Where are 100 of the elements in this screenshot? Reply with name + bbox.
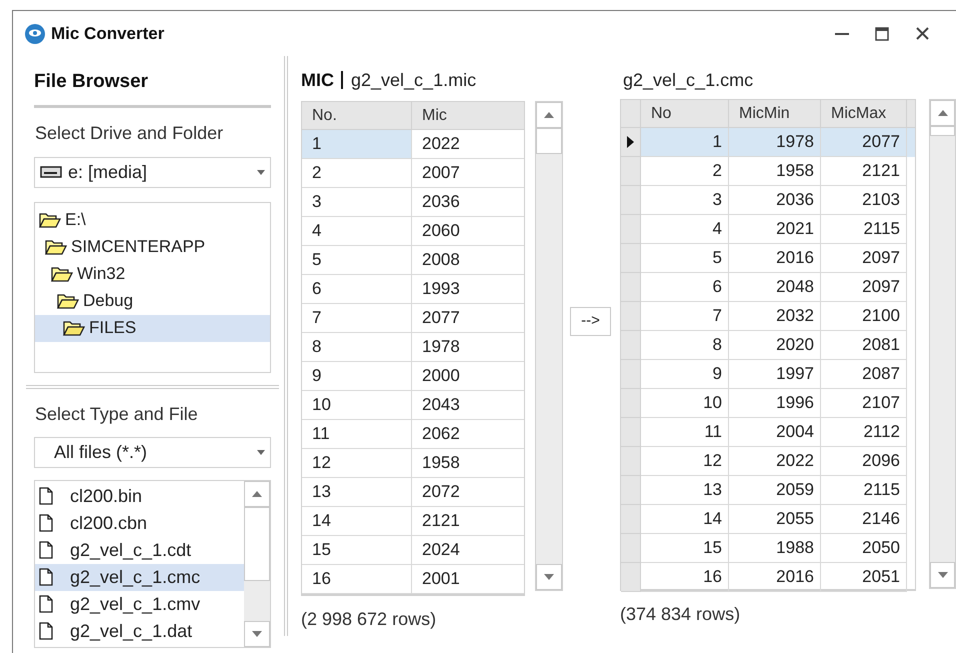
scroll-thumb[interactable] [930,126,955,136]
table-row[interactable]: 13 2059 2115 [621,476,915,505]
table-row[interactable]: 10 1996 2107 [621,389,915,418]
scroll-thumb[interactable] [536,128,562,154]
table-cell: 9 [302,362,412,390]
scroll-down-button[interactable] [930,562,955,588]
folder-item[interactable]: FILES [35,314,270,342]
table-cell: 2115 [821,215,907,244]
file-item[interactable]: g2_vel_c_1.cmv [35,590,244,618]
table-row[interactable]: 1 2022 [302,130,524,159]
table-row[interactable]: 8 1978 [302,333,524,362]
table-row[interactable]: 1 1978 2077 [621,128,915,157]
table-row[interactable]: 10 2043 [302,391,524,420]
folder-item[interactable]: Debug [35,288,270,314]
scroll-up-button[interactable] [536,102,562,128]
scroll-up-button[interactable] [244,480,270,506]
file-item[interactable]: g2_vel_c_1.cmc [35,564,244,590]
file-icon [39,487,53,505]
table-row[interactable]: 6 1993 [302,275,524,304]
scroll-up-button[interactable] [930,100,955,126]
table-row[interactable]: 4 2060 [302,217,524,246]
column-header[interactable]: MicMin [729,100,821,127]
table-cell: 2096 [821,447,907,476]
table-cell: 2146 [821,505,907,534]
file-item[interactable]: g2_vel_c_1.dat [35,618,244,644]
table-row[interactable]: 15 2024 [302,536,524,565]
table-row[interactable]: 11 2062 [302,420,524,449]
table-row[interactable]: 16 2016 2051 [621,563,915,592]
file-name: g2_vel_c_1.cmv [70,592,200,616]
row-count: (374 834 rows) [620,603,742,626]
table-cell: 2050 [821,534,907,563]
folder-icon [57,292,79,310]
table-row[interactable]: 12 1958 [302,449,524,478]
table-cell: 2055 [729,505,821,534]
table-cell: 14 [641,505,729,534]
column-header[interactable]: No. [302,102,412,129]
type-dropdown[interactable]: All files (*.*) [34,436,272,468]
table-row[interactable]: 5 2008 [302,246,524,275]
file-icon [39,622,53,640]
table-cell-text: 2077 [421,307,461,330]
file-icon [39,541,53,559]
table-row[interactable]: 6 2048 2097 [621,273,915,302]
folder-item[interactable]: SIMCENTERAPP [35,234,270,260]
table-cell: 2087 [821,360,907,389]
table-cell: 2 [302,159,412,187]
convert-button[interactable]: --> [570,307,611,336]
table-row[interactable]: 3 2036 [302,188,524,217]
table-cell: 2051 [821,563,907,592]
table-row[interactable]: 14 2121 [302,507,524,536]
section-label: Select Type and File [35,402,199,426]
table-cell: 2077 [821,128,907,157]
table-cell: 2022 [729,447,821,476]
table-row[interactable]: 4 2021 2115 [621,215,915,244]
table-cell: 2016 [729,244,821,273]
drive-dropdown[interactable]: e: [media] [34,156,272,188]
table-row[interactable]: 2 2007 [302,159,524,188]
table-cell: 1 [641,128,729,157]
table-row[interactable]: 16 2001 [302,565,524,594]
table-cell: 1988 [729,534,821,563]
table-row[interactable]: 13 2072 [302,478,524,507]
table-row[interactable]: 5 2016 2097 [621,244,915,273]
column-header[interactable]: MicMax [821,100,907,127]
table-cell-text: 2000 [421,365,461,388]
column-header[interactable]: Mic [412,102,524,129]
folder-item[interactable]: Win32 [35,260,270,288]
table-cell-text: 2072 [421,481,461,504]
folder-name: E:\ [65,209,86,232]
folder-name: Debug [83,290,134,312]
table-cell: 2081 [821,331,907,360]
table-row[interactable]: 12 2022 2096 [621,447,915,476]
file-item[interactable]: cl200.cbn [35,510,244,536]
table-row[interactable]: 3 2036 2103 [621,186,915,215]
table-row[interactable]: 7 2032 2100 [621,302,915,331]
table-row[interactable]: 9 1997 2087 [621,360,915,389]
column-header[interactable]: No [641,100,729,127]
table-cell: 2112 [821,418,907,447]
table-cell: 7 [302,304,412,332]
table-row[interactable]: 8 2020 2081 [621,331,915,360]
scroll-thumb[interactable] [244,506,270,580]
table-cell: 3 [302,188,412,216]
caret-icon [257,450,266,454]
scroll-down-button[interactable] [536,564,562,590]
table-row[interactable]: 11 2004 2112 [621,418,915,447]
table-cell: 2097 [821,244,907,273]
table-cell: 10 [641,389,729,418]
table-row[interactable]: 9 2000 [302,362,524,391]
table-cell: 2016 [729,563,821,592]
table-cell-text: 2121 [421,510,461,532]
table-row[interactable]: 7 2077 [302,304,524,333]
table-cell: 2100 [821,302,907,331]
down-arrow-icon [938,572,948,578]
file-item[interactable]: cl200.bin [35,482,244,510]
table-cell: 2021 [729,215,821,244]
table-row[interactable]: 15 1988 2050 [621,534,915,563]
folder-item[interactable]: E:\ [35,206,270,234]
table-row[interactable]: 14 2055 2146 [621,505,915,534]
scroll-down-button[interactable] [244,620,270,646]
table-cell: 12 [302,449,412,477]
table-row[interactable]: 2 1958 2121 [621,157,915,186]
file-item[interactable]: g2_vel_c_1.cdt [35,536,244,564]
